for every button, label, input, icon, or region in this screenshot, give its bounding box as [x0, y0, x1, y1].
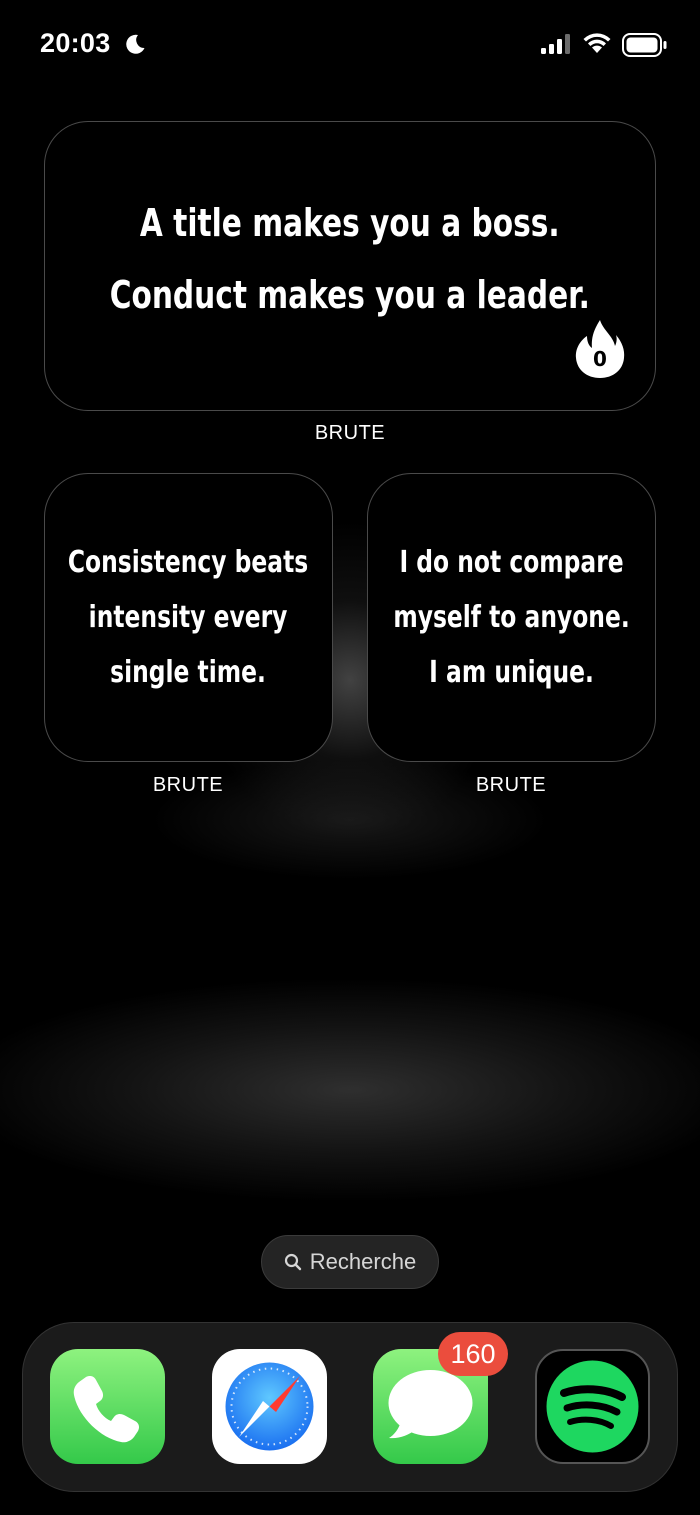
search-button[interactable]: Recherche [261, 1235, 439, 1289]
quote-line: single time. [110, 655, 267, 690]
wifi-icon [583, 33, 611, 53]
widget-label-small-left: BRUTE [152, 774, 224, 796]
wallpaper-glow-band [0, 980, 700, 1200]
phone-app[interactable] [50, 1349, 165, 1464]
quote-line: myself to anyone. [393, 600, 630, 635]
search-icon [284, 1253, 301, 1271]
moon-icon [126, 34, 145, 54]
widget-label-large: BRUTE [314, 422, 386, 444]
streak-count: 0 [593, 347, 607, 371]
status-time: 20:03 [40, 28, 111, 58]
phone-icon [73, 1376, 139, 1443]
quote-widget-small-left[interactable]: Consistency beats intensity every single… [44, 473, 333, 762]
quote-line: Consistency beats [68, 545, 309, 580]
quote-text: A title makes you a boss. Conduct makes … [110, 187, 590, 331]
quote-line: I do not compare [399, 545, 624, 580]
quote-widget-large[interactable]: A title makes you a boss. Conduct makes … [44, 121, 656, 411]
signal-icon [541, 34, 570, 54]
safari-app[interactable] [212, 1349, 327, 1464]
search-label: Recherche [309, 1249, 417, 1274]
home-screen: 20:03 A title makes you a boss. Conduct … [0, 0, 700, 1515]
quote-line: intensity every [89, 600, 288, 635]
quote-text: Consistency beats intensity every single… [68, 535, 308, 700]
quote-line: I am unique. [429, 655, 594, 690]
status-bar: 20:03 [0, 0, 700, 90]
battery-icon [622, 33, 667, 57]
notification-badge: 160 [438, 1332, 508, 1376]
widget-label-small-right: BRUTE [475, 774, 547, 796]
quote-line: Conduct makes you a leader. [109, 273, 591, 317]
quote-widget-small-right[interactable]: I do not compare myself to anyone. I am … [367, 473, 656, 762]
quote-text: I do not compare myself to anyone. I am … [393, 535, 629, 700]
spotify-icon [546, 1360, 639, 1453]
quote-line: A title makes you a boss. [140, 201, 560, 245]
spotify-app[interactable] [535, 1349, 650, 1464]
safari-icon [225, 1362, 314, 1451]
